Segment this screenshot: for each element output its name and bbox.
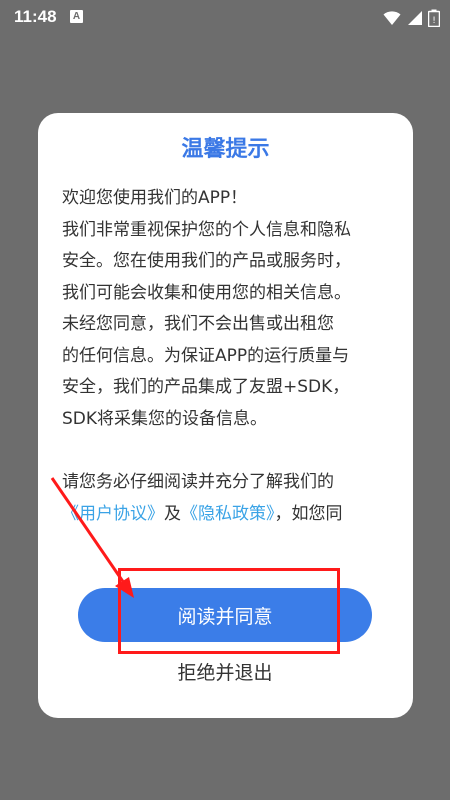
dialog-body[interactable]: 欢迎您使用我们的APP！ 我们非常重视保护您的个人信息和隐私 安全。您在使用我们… (62, 183, 392, 551)
user-agreement-link[interactable]: 《用户协议》 (62, 504, 164, 524)
body-line: 安全。您在使用我们的产品或服务时， (62, 251, 351, 271)
scroll-fade (38, 523, 413, 553)
body-line: 我们可能会收集和使用您的相关信息。 (62, 282, 351, 303)
privacy-dialog: 温馨提示 欢迎您使用我们的APP！ 我们非常重视保护您的个人信息和隐私 安全。您… (38, 113, 413, 718)
signal-icon (407, 11, 422, 25)
wifi-icon (383, 11, 401, 25)
refuse-button[interactable]: 拒绝并退出 (125, 651, 325, 691)
body-line: 我们非常重视保护您的个人信息和隐私 (62, 219, 351, 240)
agree-button[interactable]: 阅读并同意 (78, 588, 372, 642)
svg-text:!: ! (432, 16, 436, 26)
status-time: 11:48 (14, 7, 57, 26)
and-text: 及 (164, 503, 181, 524)
body-line: 的任何信息。为保证APP的运行质量与 (62, 345, 350, 366)
dialog-title: 温馨提示 (181, 137, 270, 162)
status-icons: ! (383, 8, 440, 27)
body-tail-text: ，如您同 (274, 503, 343, 524)
body-line: 安全，我们的产品集成了友盟+SDK， (62, 377, 350, 397)
body-line: 欢迎您使用我们的APP！ (62, 188, 248, 208)
body-line: 未经您同意，我们不会出售或出租您 (62, 314, 334, 334)
privacy-policy-link[interactable]: 《隐私政策》 (181, 504, 275, 524)
notification-a-icon: A (70, 10, 83, 23)
status-bar: 11:48 A ! (0, 0, 450, 34)
battery-icon: ! (428, 9, 440, 27)
body-line: SDK将采集您的设备信息。 (62, 408, 268, 429)
body-line: 请您务必仔细阅读并充分了解我们的 (62, 472, 334, 492)
